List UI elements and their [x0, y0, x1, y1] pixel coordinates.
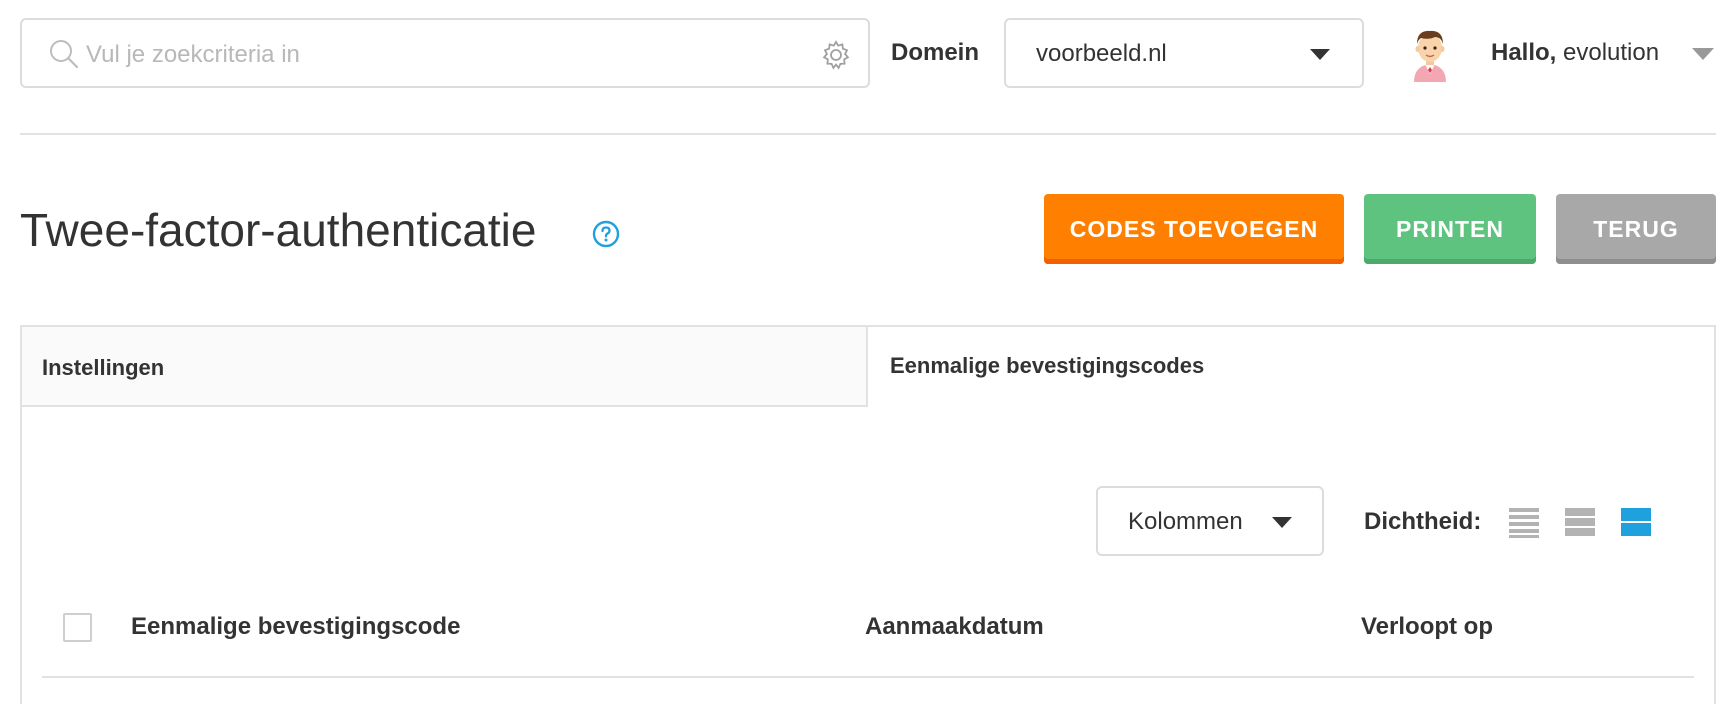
select-all-checkbox[interactable] [63, 613, 92, 642]
search-icon [50, 40, 79, 69]
column-header-created[interactable]: Aanmaakdatum [865, 610, 1044, 644]
columns-dropdown[interactable]: Kolommen [1096, 486, 1324, 556]
column-header-code[interactable]: Eenmalige bevestigingscode [131, 610, 460, 644]
density-compact-icon[interactable] [1508, 506, 1540, 538]
tab-one-time-codes-label: Eenmalige bevestigingscodes [890, 353, 1205, 378]
columns-dropdown-label: Kolommen [1128, 508, 1243, 535]
domain-select[interactable]: voorbeeld.nl [1004, 18, 1364, 88]
user-menu-caret-icon[interactable] [1692, 48, 1714, 60]
tab-one-time-codes[interactable]: Eenmalige bevestigingscodes [868, 327, 1714, 407]
header-divider [20, 133, 1716, 135]
add-codes-button[interactable]: CODES TOEVOEGEN [1044, 194, 1344, 264]
page-title: Twee-factor-authenticatie [20, 204, 537, 256]
back-button[interactable]: TERUG [1556, 194, 1716, 264]
column-header-expires[interactable]: Verloopt op [1361, 610, 1493, 644]
username: evolution [1563, 39, 1660, 66]
greeting-prefix: Hallo, [1491, 39, 1557, 66]
table-header-divider [42, 676, 1694, 678]
help-icon[interactable] [592, 220, 620, 248]
user-avatar[interactable] [1405, 26, 1455, 82]
caret-down-icon [1272, 517, 1292, 528]
tab-settings[interactable]: Instellingen [20, 325, 868, 407]
domain-label: Domein [891, 39, 980, 66]
density-label: Dichtheid: [1364, 508, 1482, 535]
density-comfortable-icon[interactable] [1620, 506, 1652, 538]
tab-settings-label: Instellingen [42, 355, 165, 380]
user-greeting[interactable]: Hallo, evolution [1491, 36, 1659, 70]
density-normal-icon[interactable] [1564, 506, 1596, 538]
print-button[interactable]: PRINTEN [1364, 194, 1536, 264]
gear-icon[interactable] [820, 39, 852, 71]
search-box[interactable] [20, 18, 870, 88]
search-input[interactable] [84, 32, 808, 78]
caret-down-icon [1310, 49, 1330, 60]
domain-select-value: voorbeeld.nl [1036, 40, 1167, 67]
